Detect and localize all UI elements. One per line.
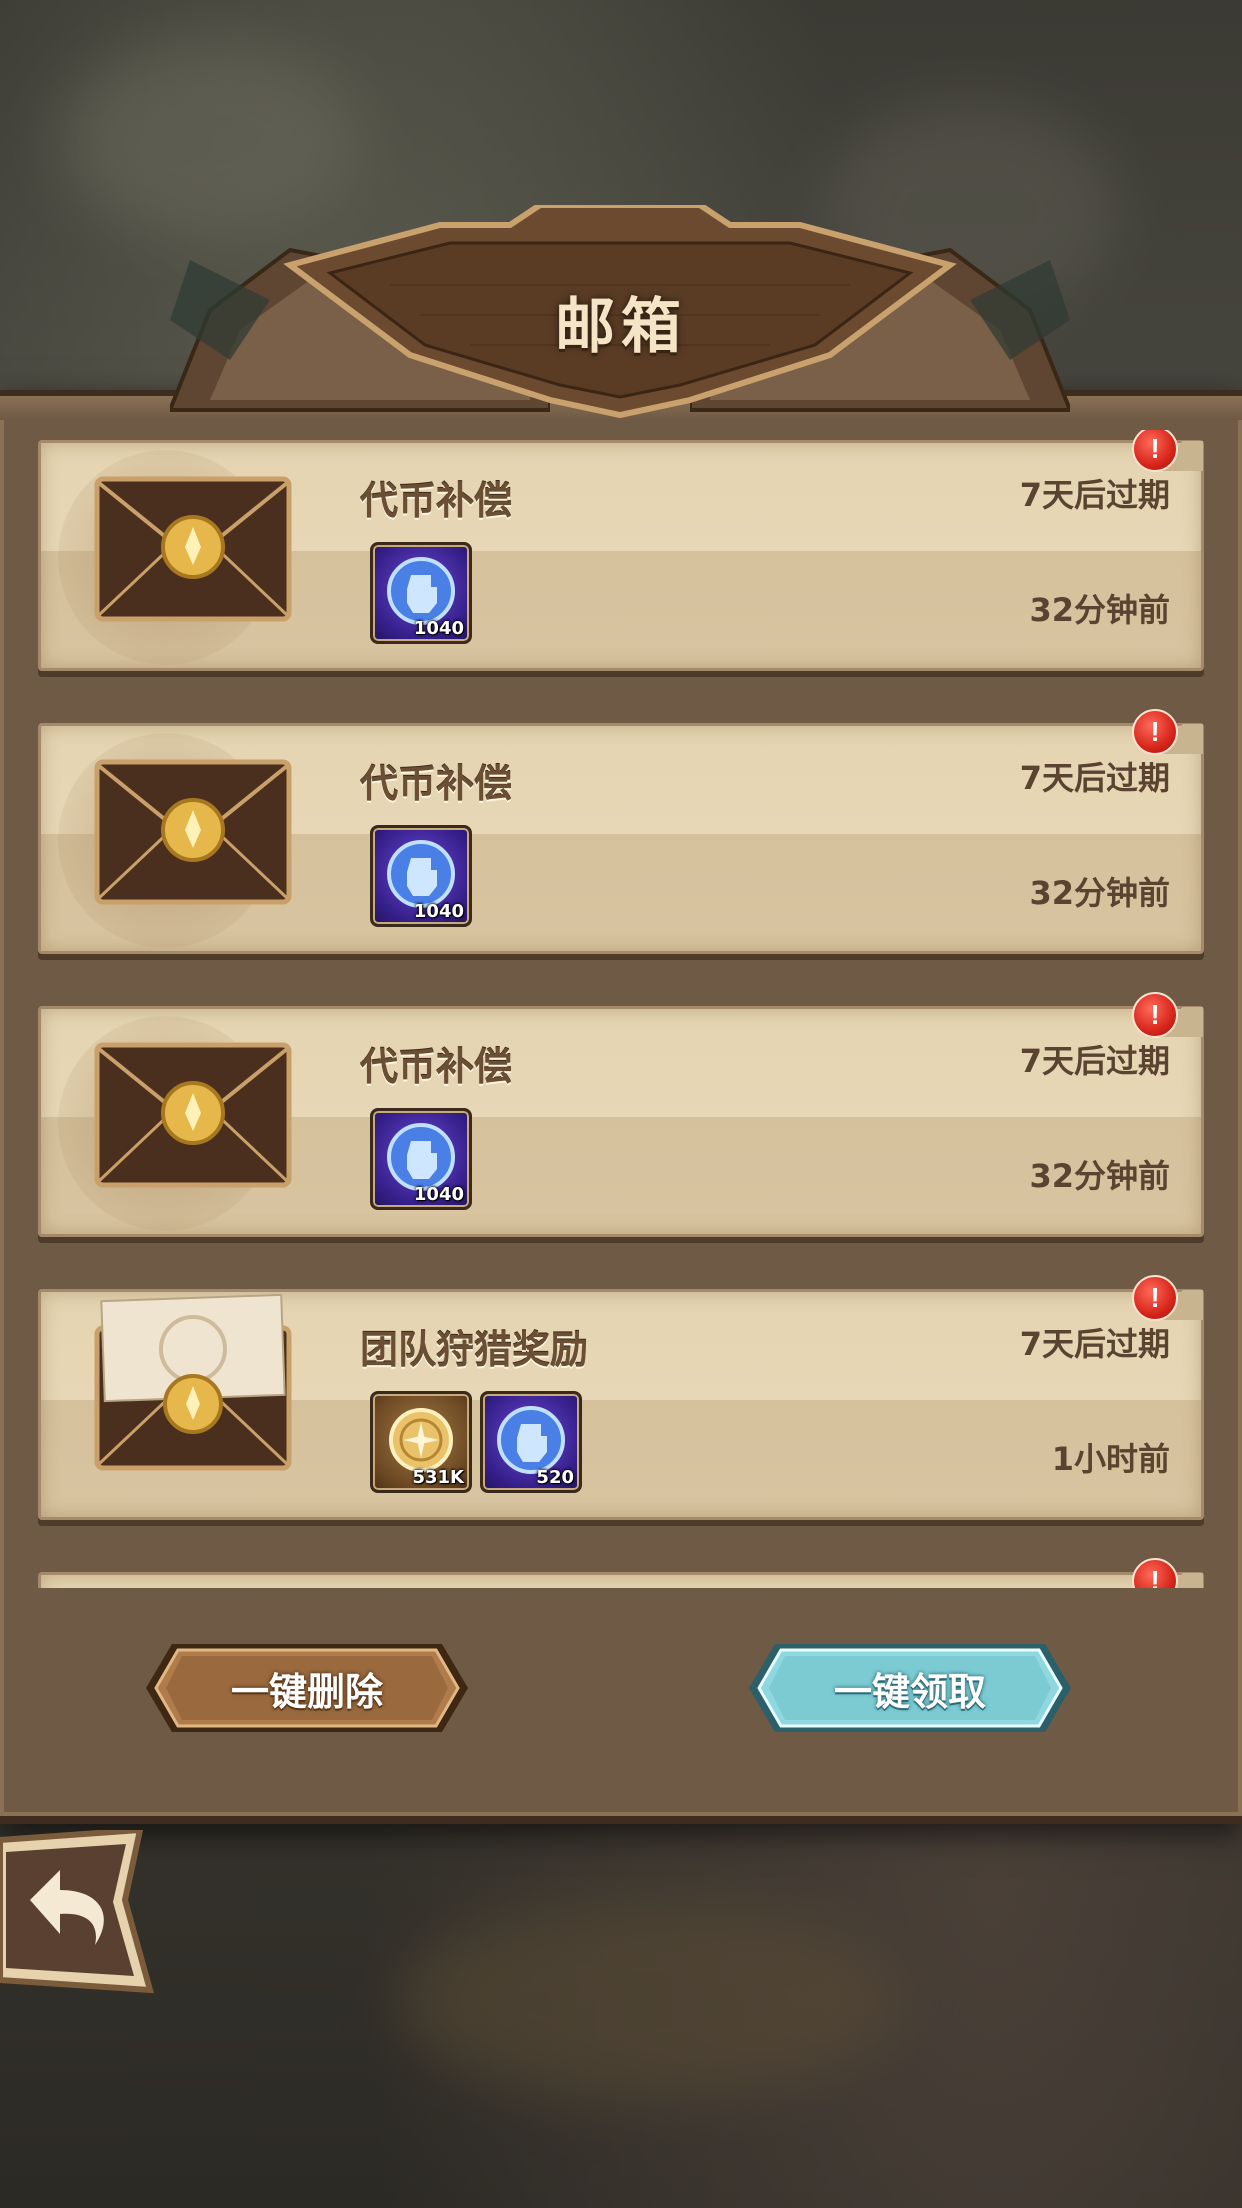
claim-all-button[interactable]: 一键领取 bbox=[745, 1638, 1075, 1738]
reward-item[interactable]: 1040 bbox=[370, 825, 472, 927]
mail-received-time: 1小时前 bbox=[1051, 1440, 1170, 1478]
reward-quantity: 531K bbox=[412, 1467, 464, 1488]
unread-alert-icon: ! bbox=[1132, 1558, 1178, 1588]
unread-alert-icon: ! bbox=[1132, 992, 1178, 1038]
mail-item[interactable]: 代币补偿 7天后过期 32分钟前 ! 1040 bbox=[38, 709, 1204, 954]
reward-item[interactable]: 520 bbox=[480, 1391, 582, 1493]
delete-all-label: 一键删除 bbox=[230, 1669, 383, 1714]
reward-quantity: 1040 bbox=[413, 1184, 464, 1205]
sealed-envelope-icon bbox=[94, 1042, 292, 1188]
reward-quantity: 520 bbox=[536, 1467, 574, 1488]
mail-item[interactable]: ! bbox=[38, 1558, 1204, 1588]
mail-received-time: 32分钟前 bbox=[1029, 874, 1170, 912]
sealed-envelope-icon bbox=[94, 759, 292, 905]
sealed-envelope-icon bbox=[94, 476, 292, 622]
mail-title: 代币补偿 bbox=[360, 479, 513, 523]
mail-list[interactable]: 代币补偿 7天后过期 32分钟前 ! 1040 代币补偿 7天后过期 32分钟前… bbox=[0, 430, 1242, 1588]
mail-expiry: 7天后过期 bbox=[1019, 1325, 1170, 1363]
mail-item[interactable]: 团队狩猎奖励 7天后过期 1小时前 ! 531K 520 bbox=[38, 1275, 1204, 1520]
mail-item[interactable]: 代币补偿 7天后过期 32分钟前 ! 1040 bbox=[38, 992, 1204, 1237]
mail-received-time: 32分钟前 bbox=[1029, 1157, 1170, 1195]
reward-item[interactable]: 1040 bbox=[370, 542, 472, 644]
reward-item[interactable]: 1040 bbox=[370, 1108, 472, 1210]
mail-title: 代币补偿 bbox=[360, 1045, 513, 1089]
mail-expiry: 7天后过期 bbox=[1019, 1042, 1170, 1080]
mail-title: 代币补偿 bbox=[360, 762, 513, 806]
reward-item[interactable]: 531K bbox=[370, 1391, 472, 1493]
unread-alert-icon: ! bbox=[1132, 1275, 1178, 1321]
unread-alert-icon: ! bbox=[1132, 709, 1178, 755]
mail-item-background bbox=[38, 1572, 1204, 1588]
claim-all-label: 一键领取 bbox=[833, 1669, 986, 1714]
mail-title: 团队狩猎奖励 bbox=[360, 1328, 589, 1372]
page-title: 邮箱 bbox=[555, 292, 687, 362]
delete-all-button[interactable]: 一键删除 bbox=[142, 1638, 472, 1738]
mail-item[interactable]: 代币补偿 7天后过期 32分钟前 ! 1040 bbox=[38, 430, 1204, 671]
opened-envelope-icon bbox=[94, 1294, 292, 1471]
mail-received-time: 32分钟前 bbox=[1029, 591, 1170, 629]
mail-expiry: 7天后过期 bbox=[1019, 476, 1170, 514]
background-blur bbox=[400, 1900, 900, 2100]
back-button[interactable] bbox=[0, 1830, 155, 1995]
reward-quantity: 1040 bbox=[413, 901, 464, 922]
mail-expiry: 7天后过期 bbox=[1019, 759, 1170, 797]
reward-quantity: 1040 bbox=[413, 618, 464, 639]
